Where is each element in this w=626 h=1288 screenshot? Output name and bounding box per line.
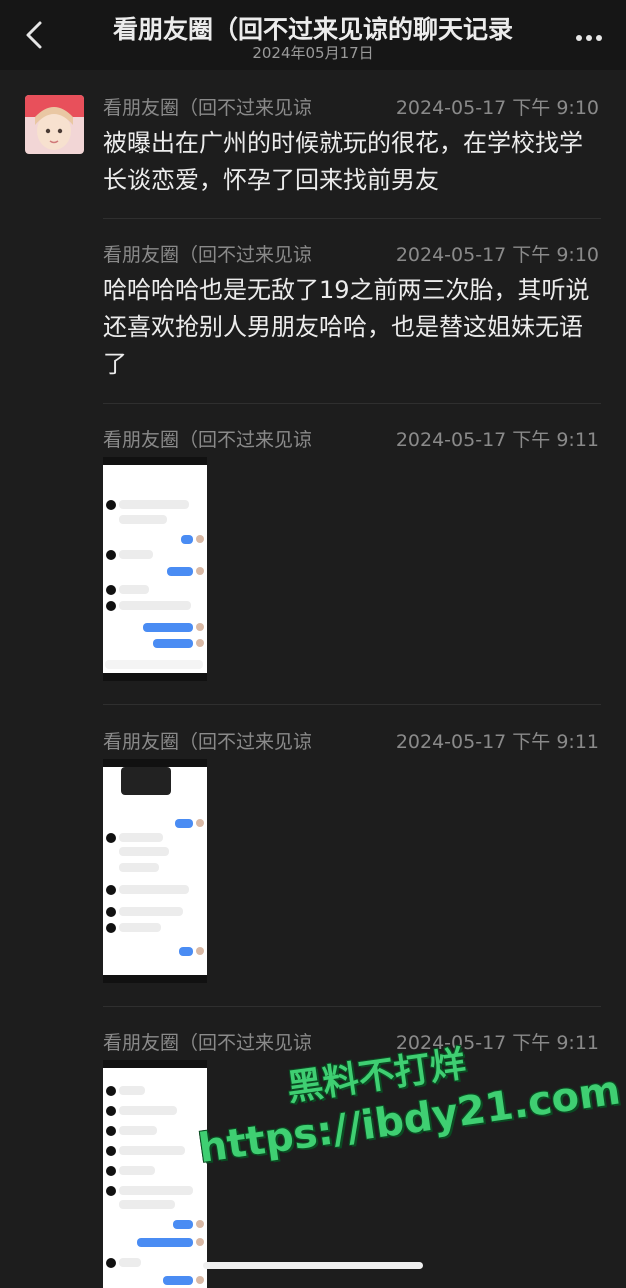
more-icon[interactable] — [576, 26, 610, 41]
message-time: 2024-05-17 下午 9:10 — [395, 97, 599, 119]
chat-screenshot-image[interactable] — [103, 457, 207, 681]
message-item: 看朋友圈（回不过来见谅 2024-05-17 下午 9:10 被曝出在广州的时候… — [103, 93, 601, 198]
message-sender: 看朋友圈（回不过来见谅 — [103, 429, 313, 451]
top-bar: 看朋友圈（回不过来见谅的聊天记录 2024年05月17日 — [0, 0, 626, 70]
watermark-url: https://ibdy21.com — [195, 1067, 624, 1173]
message-item: 看朋友圈（回不过来见谅 2024-05-17 下午 9:10 哈哈哈哈也是无敌了… — [103, 240, 601, 385]
message-text: 被曝出在广州的时候就玩的很花，在学校找学长谈恋爱，怀孕了回来找前男友 — [103, 129, 583, 194]
avatar[interactable] — [25, 95, 84, 154]
message-item: 看朋友圈（回不过来见谅 2024-05-17 下午 9:11 — [103, 727, 601, 753]
message-time: 2024-05-17 下午 9:10 — [395, 244, 599, 266]
divider — [103, 218, 601, 219]
message-sender: 看朋友圈（回不过来见谅 — [103, 244, 313, 266]
back-icon[interactable] — [22, 20, 48, 50]
message-time: 2024-05-17 下午 9:11 — [395, 429, 599, 451]
chat-screenshot-image[interactable] — [103, 759, 207, 983]
home-indicator[interactable] — [203, 1262, 423, 1269]
message-sender: 看朋友圈（回不过来见谅 — [103, 731, 313, 753]
page-title: 看朋友圈（回不过来见谅的聊天记录 — [112, 15, 513, 44]
message-sender: 看朋友圈（回不过来见谅 — [103, 1032, 313, 1054]
message-sender: 看朋友圈（回不过来见谅 — [103, 97, 313, 119]
message-item: 看朋友圈（回不过来见谅 2024-05-17 下午 9:11 — [103, 1028, 601, 1054]
chat-screenshot-image[interactable] — [103, 1060, 207, 1288]
page-date: 2024年05月17日 — [252, 44, 374, 62]
message-time: 2024-05-17 下午 9:11 — [395, 731, 599, 753]
message-text: 哈哈哈哈也是无敌了19之前两三次胎，其听说还喜欢抢别人男朋友哈哈，也是替这姐妹无… — [103, 276, 590, 378]
message-time: 2024-05-17 下午 9:11 — [395, 1032, 599, 1054]
divider — [103, 1006, 601, 1007]
divider — [103, 704, 601, 705]
message-item: 看朋友圈（回不过来见谅 2024-05-17 下午 9:11 — [103, 425, 601, 451]
divider — [103, 403, 601, 404]
